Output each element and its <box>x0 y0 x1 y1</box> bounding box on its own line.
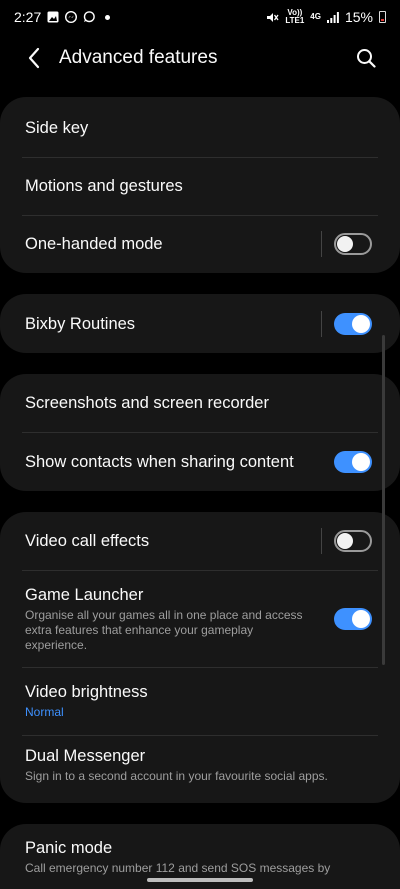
battery-percent: 15% <box>344 9 373 25</box>
setting-dual-messenger[interactable]: Dual Messenger Sign in to a second accou… <box>0 735 400 803</box>
setting-title: Show contacts when sharing content <box>25 452 294 471</box>
setting-title: Game Launcher <box>25 585 144 604</box>
screen: 2:27 Vo)) LTE1 4G 15% Advanced features <box>0 0 400 889</box>
setting-description: Organise all your games all in one place… <box>25 607 303 652</box>
show-contacts-toggle[interactable] <box>334 450 372 473</box>
gallery-icon <box>47 11 59 23</box>
setting-value: Normal <box>25 705 64 719</box>
scrollbar[interactable] <box>382 335 385 665</box>
setting-title: Dual Messenger <box>25 747 146 765</box>
status-bar: 2:27 Vo)) LTE1 4G 15% <box>0 0 400 34</box>
setting-show-contacts[interactable]: Show contacts when sharing content <box>0 432 400 491</box>
setting-title: Video brightness <box>25 683 148 701</box>
setting-screenshots-recorder[interactable]: Screenshots and screen recorder <box>0 374 400 432</box>
whatsapp-icon <box>84 11 96 23</box>
volte-icon: Vo)) LTE1 <box>285 8 305 25</box>
divider <box>321 231 322 257</box>
back-button[interactable] <box>14 38 54 78</box>
home-indicator[interactable] <box>147 878 253 882</box>
setting-title: One-handed mode <box>25 235 163 253</box>
settings-group-2: Bixby Routines <box>0 294 400 353</box>
search-icon <box>357 49 376 68</box>
data-label: 4G <box>310 12 321 21</box>
back-arrow-icon <box>28 47 40 69</box>
status-time: 2:27 <box>14 9 42 25</box>
header: Advanced features <box>0 34 400 82</box>
battery-icon <box>379 11 386 23</box>
setting-game-launcher[interactable]: Game Launcher Organise all your games al… <box>0 570 400 667</box>
settings-group-4: Video call effects Game Launcher Organis… <box>0 512 400 803</box>
setting-title: Side key <box>25 119 89 137</box>
settings-group-3: Screenshots and screen recorder Show con… <box>0 374 400 491</box>
setting-title: Screenshots and screen recorder <box>25 394 269 412</box>
setting-motions-gestures[interactable]: Motions and gestures <box>0 157 400 215</box>
one-handed-mode-toggle[interactable] <box>334 233 372 255</box>
setting-video-brightness[interactable]: Video brightness Normal <box>0 667 400 735</box>
setting-video-call-effects[interactable]: Video call effects <box>0 512 400 570</box>
signal-icon <box>326 11 339 23</box>
settings-group-1: Side key Motions and gestures One-handed… <box>0 97 400 273</box>
setting-title: Panic mode <box>25 839 113 857</box>
setting-bixby-routines[interactable]: Bixby Routines <box>0 294 400 353</box>
setting-one-handed-mode[interactable]: One-handed mode <box>0 215 400 273</box>
game-launcher-toggle[interactable] <box>334 607 372 630</box>
divider <box>321 310 322 337</box>
setting-title: Bixby Routines <box>25 314 136 333</box>
setting-panic-mode[interactable]: Panic mode Call emergency number 112 and… <box>0 824 400 884</box>
setting-description: Sign in to a second account in your favo… <box>25 769 328 783</box>
divider <box>321 528 322 554</box>
mute-icon <box>267 12 279 22</box>
setting-title: Motions and gestures <box>25 177 183 195</box>
bixby-routines-toggle[interactable] <box>334 312 372 335</box>
page-title: Advanced features <box>59 47 218 68</box>
setting-title: Video call effects <box>25 532 150 550</box>
setting-description: Call emergency number 112 and send SOS m… <box>25 861 331 875</box>
messenger-icon <box>65 11 78 23</box>
search-button[interactable] <box>346 38 386 78</box>
setting-side-key[interactable]: Side key <box>0 97 400 157</box>
status-right: Vo)) LTE1 4G 15% <box>266 9 386 25</box>
video-call-effects-toggle[interactable] <box>334 530 372 552</box>
status-left: 2:27 <box>14 9 111 25</box>
dot-icon <box>105 14 111 20</box>
